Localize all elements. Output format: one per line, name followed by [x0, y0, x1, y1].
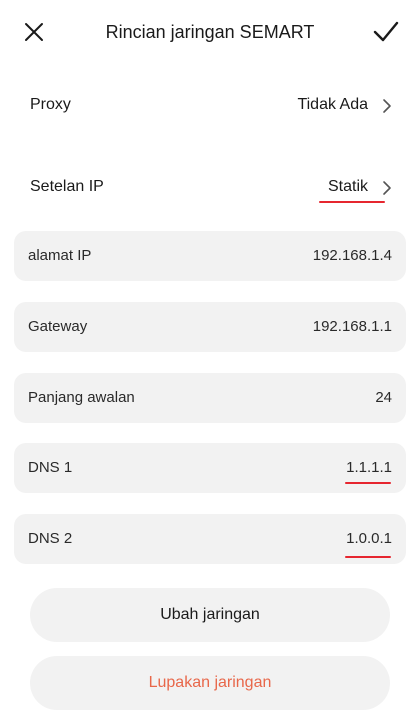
dns1-field[interactable]: DNS 1 1.1.1.1: [14, 443, 406, 493]
prefix-length-label: Panjang awalan: [28, 389, 135, 406]
gateway-label: Gateway: [28, 318, 88, 335]
dns2-label: DNS 2: [28, 530, 73, 547]
ip-settings-label: Setelan IP: [30, 178, 104, 195]
ip-settings-row[interactable]: Setelan IP Statik: [0, 160, 420, 216]
annotation-underline: [319, 201, 385, 203]
ip-address-label: alamat IP: [28, 247, 92, 264]
dns1-value: 1.1.1.1: [346, 459, 392, 476]
proxy-label: Proxy: [30, 96, 71, 113]
proxy-row[interactable]: Proxy Tidak Ada: [0, 78, 420, 134]
chevron-right-icon: [383, 99, 391, 113]
prefix-length-value: 24: [375, 389, 392, 406]
chevron-right-icon: [383, 181, 391, 195]
annotation-underline: [345, 556, 391, 558]
ip-address-field[interactable]: alamat IP 192.168.1.4: [14, 231, 406, 281]
dns2-value: 1.0.0.1: [346, 530, 392, 547]
annotation-underline: [345, 482, 391, 484]
check-icon[interactable]: [372, 19, 400, 45]
header: Rincian jaringan SEMART: [0, 0, 420, 66]
gateway-value: 192.168.1.1: [312, 318, 392, 335]
change-network-button[interactable]: Ubah jaringan: [30, 588, 390, 642]
prefix-length-field[interactable]: Panjang awalan 24: [14, 373, 406, 423]
dns1-label: DNS 1: [28, 459, 73, 476]
gateway-field[interactable]: Gateway 192.168.1.1: [14, 302, 406, 352]
page-title: Rincian jaringan SEMART: [105, 22, 315, 42]
proxy-value: Tidak Ada: [297, 96, 368, 113]
close-icon[interactable]: [22, 20, 46, 44]
forget-network-button[interactable]: Lupakan jaringan: [30, 656, 390, 710]
ip-settings-value: Statik: [327, 178, 368, 195]
ip-address-value: 192.168.1.4: [312, 247, 392, 264]
